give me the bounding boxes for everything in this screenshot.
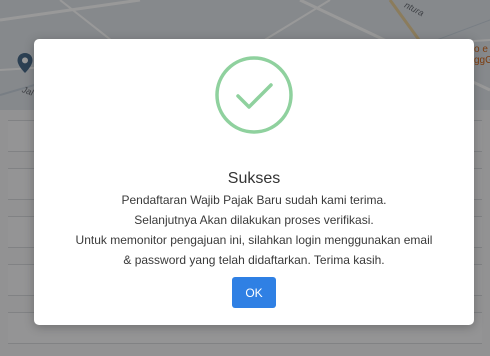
dialog-title: Sukses (227, 170, 281, 187)
success-dialog: Sukses Pendaftaran Wajib Pajak Baru suda… (34, 39, 474, 325)
dialog-message: Pendaftaran Wajib Pajak Baru sudah kami … (44, 190, 464, 270)
dialog-message-line: & password yang telah didaftarkan. Terim… (123, 253, 385, 267)
screen: Jal ntura o e ggG Sukses Pendaftaran Waj… (0, 0, 490, 356)
check-circle-icon (215, 56, 293, 134)
dialog-message-line: Pendaftaran Wajib Pajak Baru sudah kami … (121, 193, 387, 207)
dialog-message-line: Untuk memonitor pengajuan ini, silahkan … (75, 233, 433, 247)
ok-button[interactable]: OK (232, 277, 276, 308)
dialog-message-line: Selanjutnya Akan dilakukan proses verifi… (134, 213, 374, 227)
